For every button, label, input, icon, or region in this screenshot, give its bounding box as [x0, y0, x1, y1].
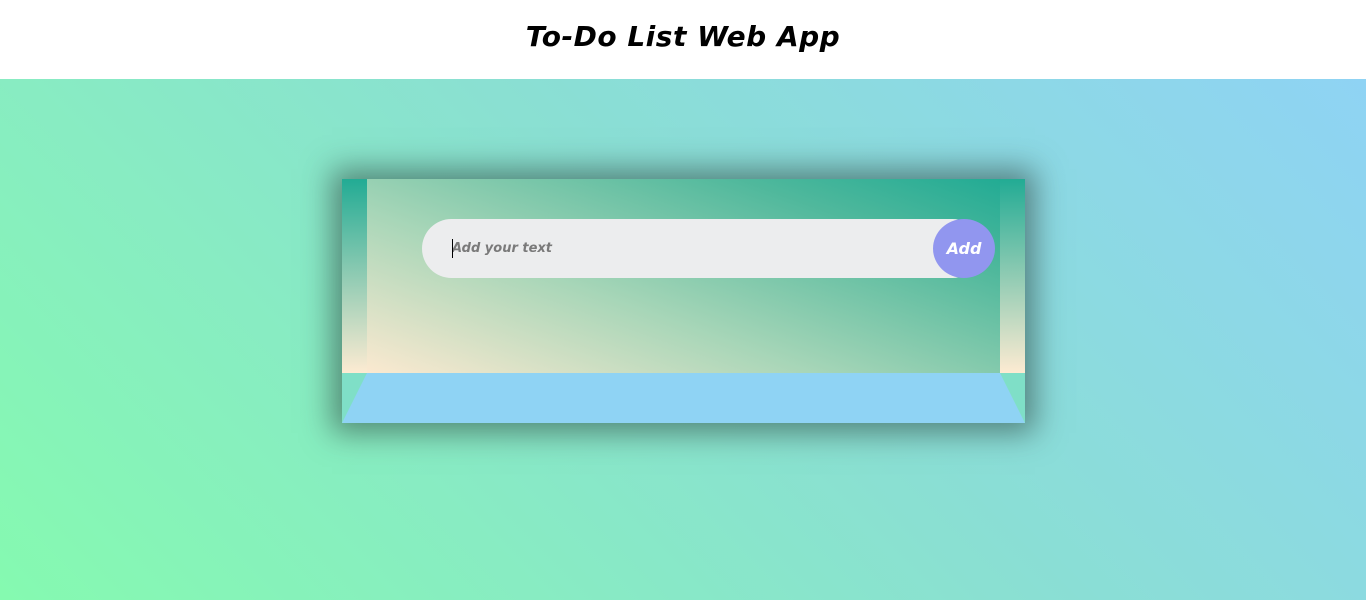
card-bottom-bar	[342, 373, 1025, 423]
input-row: Add	[422, 219, 995, 278]
text-caret	[452, 239, 453, 258]
app-header: To-Do List Web App	[0, 0, 1366, 79]
add-button[interactable]: Add	[933, 219, 995, 278]
task-list-area	[342, 373, 1025, 423]
page-title: To-Do List Web App	[525, 20, 841, 53]
todo-text-input[interactable]	[422, 219, 982, 278]
todo-card: Add	[342, 179, 1025, 423]
input-panel: Add	[367, 179, 1000, 373]
